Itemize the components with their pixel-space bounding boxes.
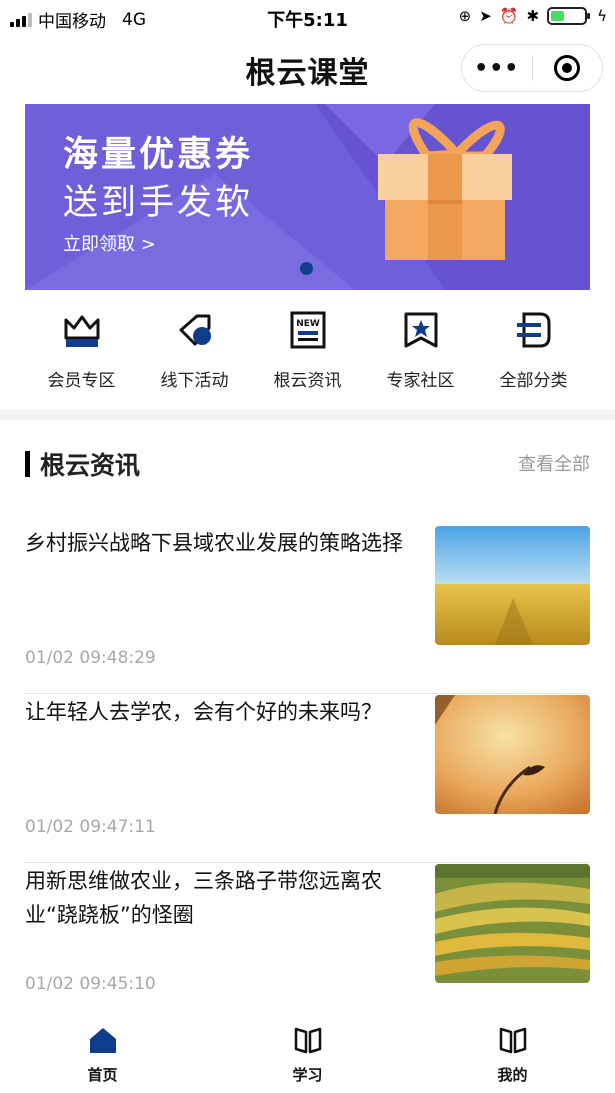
tag-icon bbox=[175, 308, 215, 352]
home-icon bbox=[86, 1024, 120, 1056]
news-time: 01/02 09:45:10 bbox=[25, 974, 156, 994]
category-offline-events[interactable]: 线下活动 bbox=[138, 300, 251, 400]
newspaper-icon: NEW bbox=[288, 308, 328, 352]
category-icon bbox=[514, 308, 554, 352]
terraced-field-image bbox=[435, 864, 590, 983]
category-news[interactable]: NEW 根云资讯 bbox=[251, 300, 364, 400]
nav-bar: 根云课堂 ••• bbox=[0, 34, 615, 100]
list-divider bbox=[25, 862, 590, 863]
crown-icon bbox=[62, 308, 102, 352]
news-item[interactable]: 用新思维做农业，三条路子带您远离农业“跷跷板”的怪圈 01/02 09:45:1… bbox=[25, 864, 590, 1004]
carousel-indicator[interactable] bbox=[300, 262, 313, 275]
section-accent-bar bbox=[25, 451, 30, 477]
tab-profile[interactable]: 我的 bbox=[410, 1010, 615, 1093]
tab-study[interactable]: 学习 bbox=[205, 1010, 410, 1093]
banner-subtitle: 送到手发软 bbox=[63, 183, 254, 223]
more-dots-icon[interactable]: ••• bbox=[462, 56, 532, 81]
location-icon: ➤ bbox=[479, 7, 492, 25]
promo-banner[interactable]: 海量优惠券 送到手发软 立即领取 > bbox=[25, 104, 590, 290]
section-title: 根云资讯 bbox=[40, 451, 141, 480]
close-program-button[interactable] bbox=[533, 55, 603, 81]
list-divider bbox=[25, 693, 590, 694]
news-section-header: 根云资讯 查看全部 bbox=[25, 446, 590, 482]
category-label: 会员专区 bbox=[47, 371, 116, 391]
news-title: 用新思维做农业，三条路子带您远离农业“跷跷板”的怪圈 bbox=[25, 869, 382, 927]
category-label: 线下活动 bbox=[160, 371, 229, 391]
svg-text:NEW: NEW bbox=[296, 319, 320, 329]
bookmark-star-icon bbox=[401, 308, 441, 352]
banner-cta-link[interactable]: 立即领取 > bbox=[63, 230, 156, 256]
profile-book-icon bbox=[496, 1024, 530, 1056]
view-all-link[interactable]: 查看全部 bbox=[518, 450, 590, 476]
banner-title: 海量优惠券 bbox=[63, 135, 254, 175]
bluetooth-icon: ✱ bbox=[526, 7, 540, 25]
category-label: 专家社区 bbox=[386, 371, 455, 391]
tab-label: 学习 bbox=[292, 1066, 323, 1084]
mini-program-capsule: ••• bbox=[461, 44, 603, 92]
book-icon bbox=[291, 1024, 325, 1056]
wheat-field-image bbox=[435, 526, 590, 645]
category-label: 根云资讯 bbox=[273, 371, 342, 391]
category-label: 全部分类 bbox=[499, 371, 568, 391]
news-title: 乡村振兴战略下县域农业发展的策略选择 bbox=[25, 531, 403, 555]
battery-fill bbox=[551, 11, 564, 21]
news-title: 让年轻人去学农，会有个好的未来吗？ bbox=[25, 700, 382, 724]
section-divider bbox=[0, 410, 615, 420]
tab-bar: 首页 学习 我的 bbox=[0, 1010, 615, 1093]
charging-icon: ϟ bbox=[597, 7, 607, 25]
status-bar: 中国移动 4G 下午5:11 ⊕ ➤ ⏰ ✱ ϟ bbox=[0, 0, 615, 34]
category-vip[interactable]: 会员专区 bbox=[25, 300, 138, 400]
tab-home[interactable]: 首页 bbox=[0, 1010, 205, 1093]
category-all[interactable]: 全部分类 bbox=[477, 300, 590, 400]
category-experts[interactable]: 专家社区 bbox=[364, 300, 477, 400]
status-right: ⊕ ➤ ⏰ ✱ ϟ bbox=[459, 7, 607, 25]
news-time: 01/02 09:48:29 bbox=[25, 648, 156, 668]
news-time: 01/02 09:47:11 bbox=[25, 817, 156, 837]
target-icon bbox=[554, 55, 581, 81]
news-item[interactable]: 乡村振兴战略下县域农业发展的策略选择 01/02 09:48:29 bbox=[25, 526, 590, 694]
alarm-icon: ⏰ bbox=[499, 7, 519, 25]
battery-icon bbox=[547, 7, 591, 25]
tab-label: 我的 bbox=[497, 1066, 528, 1084]
rotation-lock-icon: ⊕ bbox=[458, 7, 472, 25]
category-grid: 会员专区 线下活动 NEW 根云资讯 专家社区 全部分类 bbox=[25, 300, 590, 400]
grain-ear-image bbox=[435, 695, 590, 814]
tab-label: 首页 bbox=[87, 1066, 118, 1084]
news-item[interactable]: 让年轻人去学农，会有个好的未来吗？ 01/02 09:47:11 bbox=[25, 695, 590, 863]
